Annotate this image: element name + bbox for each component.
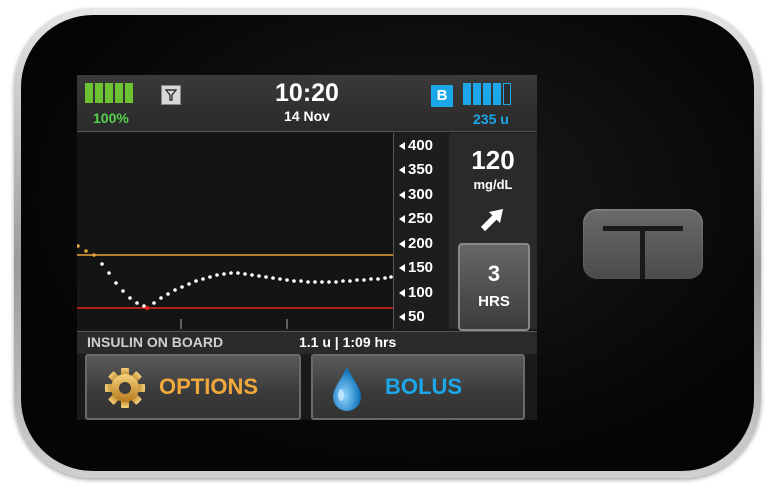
- bolus-label: BOLUS: [385, 374, 462, 399]
- timeframe-label: HRS: [478, 293, 510, 310]
- status-bar: 100% 10:20 14 Nov B 235 u: [77, 75, 537, 132]
- y-tick-label: 400: [398, 137, 434, 154]
- options-label: OPTIONS: [159, 374, 259, 399]
- timeframe-button[interactable]: 3 HRS: [458, 243, 530, 331]
- bolus-active-badge: B: [431, 85, 453, 107]
- iob-label: INSULIN ON BOARD: [87, 334, 224, 350]
- cgm-graph: [77, 133, 393, 329]
- water-drop-icon: [327, 364, 367, 419]
- bolus-button[interactable]: BOLUS: [311, 354, 525, 420]
- y-tick-label: 250: [398, 210, 434, 227]
- glucose-y-axis: 400 350 300 250 200 150 100 50: [393, 133, 450, 329]
- y-tick-label: 200: [398, 235, 434, 252]
- battery-icon: [85, 83, 133, 103]
- y-tick-label: 300: [398, 186, 434, 203]
- y-tick-label: 50: [399, 308, 425, 325]
- rising-diagonal-arrow-icon: [479, 205, 507, 238]
- clock-time: 10:20: [275, 79, 339, 107]
- filter-icon: [161, 85, 181, 105]
- options-button[interactable]: OPTIONS: [85, 354, 301, 420]
- insulin-on-board-bar: INSULIN ON BOARD 1.1 u | 1:09 hrs: [77, 331, 537, 354]
- y-tick-label: 100: [398, 284, 434, 301]
- timeframe-value: 3: [487, 261, 501, 286]
- battery-percent: 100%: [93, 110, 129, 126]
- cgm-readout-panel: 120 mg/dL 3 HRS: [449, 133, 537, 331]
- cgm-trace: [77, 244, 393, 311]
- iob-value: 1.1 u | 1:09 hrs: [299, 334, 397, 350]
- y-tick-label: 150: [398, 259, 434, 276]
- cgm-units: mg/dL: [473, 177, 513, 192]
- gear-icon: [101, 364, 149, 417]
- insulin-level-icon: [463, 83, 511, 105]
- touch-screen: 100% 10:20 14 Nov B 235 u 400 350 300 25…: [77, 75, 537, 420]
- cgm-value: 120: [471, 145, 515, 175]
- tandem-t-button[interactable]: [583, 209, 703, 279]
- y-tick-label: 350: [398, 161, 434, 178]
- insulin-remaining: 235 u: [473, 111, 509, 127]
- clock-date: 14 Nov: [284, 108, 330, 124]
